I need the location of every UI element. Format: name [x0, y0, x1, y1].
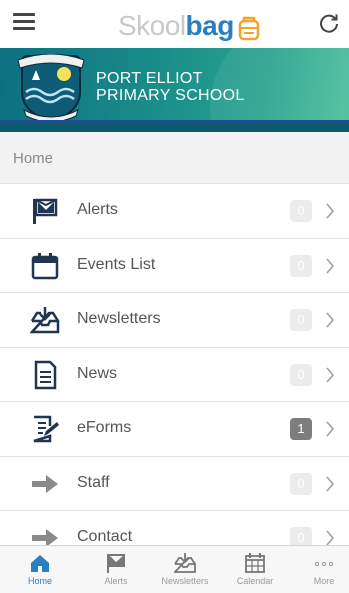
chevron-right-icon: [326, 203, 335, 219]
tab-home[interactable]: Home: [10, 546, 70, 593]
school-name-line1: PORT ELLIOT: [96, 70, 203, 87]
list-item-label: Newsletters: [77, 310, 161, 327]
list-item-newsletters[interactable]: Newsletters 0: [0, 293, 349, 348]
tab-label: Home: [27, 576, 52, 586]
tab-label: More: [313, 576, 335, 586]
hamburger-menu-icon[interactable]: [13, 13, 35, 31]
section-header: Home: [0, 132, 349, 184]
tab-more[interactable]: More: [294, 546, 349, 593]
logo-text-bag: bag: [185, 10, 235, 41]
form-edit-icon: [33, 415, 59, 443]
list-item-label: eForms: [77, 419, 132, 436]
bottom-tab-bar: Home Alerts Newsletters Calendar More: [0, 545, 349, 593]
logo-text-skool: Skool: [118, 10, 186, 41]
more-dots-icon: [314, 561, 334, 567]
school-name-line2: PRIMARY SCHOOL: [96, 87, 245, 104]
flag-icon: [33, 198, 58, 224]
calendar-icon: [31, 252, 59, 279]
list-item-label: Staff: [77, 473, 110, 491]
tab-label: Newsletters: [161, 576, 209, 586]
list-item-eforms[interactable]: eForms 1: [0, 402, 349, 457]
tab-label: Calendar: [236, 576, 274, 586]
arrow-right-icon: [32, 474, 58, 493]
schoolbag-icon: [238, 16, 260, 40]
tab-alerts[interactable]: Alerts: [86, 546, 146, 593]
list-item-label: Events List: [77, 255, 156, 273]
home-icon: [31, 555, 49, 572]
calendar-grid-icon: [245, 553, 265, 573]
school-crest-logo: [17, 54, 85, 124]
flag-icon: [107, 554, 125, 573]
section-title: Home: [13, 150, 54, 167]
tab-newsletters[interactable]: Newsletters: [155, 546, 215, 593]
list-item-label: Contact: [77, 528, 133, 545]
refresh-icon[interactable]: [318, 12, 340, 34]
chevron-right-icon: [326, 421, 335, 437]
count-badge: 0: [290, 363, 312, 386]
count-badge: 0: [290, 254, 312, 277]
list-item-label: Alerts: [77, 201, 118, 218]
count-badge: 0: [290, 200, 312, 222]
tab-label: Alerts: [104, 576, 128, 586]
menu-list: Alerts 0 Events List 0 Newsletters 0 New…: [0, 184, 349, 566]
chevron-right-icon: [326, 257, 335, 274]
count-badge: 0: [290, 309, 312, 331]
school-banner: PORT ELLIOT PRIMARY SCHOOL: [0, 48, 349, 132]
chevron-right-icon: [326, 475, 335, 492]
school-name: PORT ELLIOT PRIMARY SCHOOL: [96, 70, 245, 104]
document-icon: [34, 360, 57, 389]
list-item-news[interactable]: News 0: [0, 347, 349, 402]
list-item-alerts[interactable]: Alerts 0: [0, 184, 349, 239]
count-badge: 1: [290, 418, 312, 440]
list-item-events-list[interactable]: Events List 0: [0, 238, 349, 293]
inbox-download-icon: [174, 553, 196, 573]
chevron-right-icon: [326, 312, 335, 328]
count-badge: 0: [290, 472, 312, 495]
inbox-download-icon: [30, 307, 60, 334]
tab-calendar[interactable]: Calendar: [225, 546, 285, 593]
chevron-right-icon: [326, 366, 335, 383]
list-item-label: News: [77, 364, 118, 382]
top-app-bar: Skoolbag: [0, 0, 349, 48]
skoolbag-logo: Skoolbag: [118, 10, 262, 42]
list-item-staff[interactable]: Staff 0: [0, 456, 349, 511]
